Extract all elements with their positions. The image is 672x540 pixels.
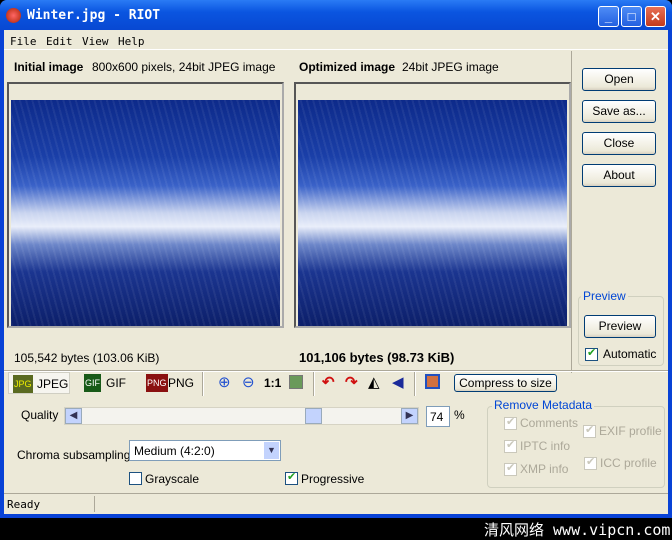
icc-label: ICC profile: [600, 456, 657, 470]
preview-group: Preview Preview Automatic: [578, 289, 664, 366]
gif-icon: GIF: [84, 374, 101, 392]
watermark: 清风网络 www.vipcn.com: [484, 521, 671, 539]
quality-label: Quality: [21, 408, 59, 422]
png-icon: PNG: [146, 374, 168, 392]
comments-checkbox[interactable]: [504, 415, 517, 430]
close-window-button[interactable]: ✕: [645, 6, 666, 27]
jpeg-icon: JPG: [13, 375, 33, 393]
tab-png[interactable]: PNG PNG: [144, 372, 204, 394]
chroma-label: Chroma subsampling: [17, 448, 131, 462]
chroma-select[interactable]: Medium (4:2:0) ▼: [129, 440, 281, 461]
title-bar: Winter.jpg - RIOT _ □ ✕: [0, 0, 672, 30]
open-button[interactable]: Open: [582, 68, 656, 91]
remove-metadata-label: Remove Metadata: [492, 398, 595, 412]
minimize-button[interactable]: _: [598, 6, 619, 27]
about-button[interactable]: About: [582, 164, 656, 187]
preview-group-label: Preview: [581, 289, 628, 303]
tab-gif-label: GIF: [106, 376, 126, 390]
menu-view[interactable]: View: [82, 35, 109, 48]
initial-image: [11, 100, 280, 326]
zoom-out-icon[interactable]: ⊖: [242, 374, 255, 392]
exif-checkbox[interactable]: [583, 423, 596, 438]
progressive-label: Progressive: [301, 472, 365, 486]
automatic-label: Automatic: [603, 347, 657, 361]
flip-horizontal-icon[interactable]: ◭: [368, 374, 380, 392]
tab-gif[interactable]: GIF GIF: [82, 372, 132, 394]
client-area: File Edit View Help Initial image 800x60…: [4, 30, 668, 514]
divider: [571, 51, 572, 373]
initial-image-label: Initial image: [14, 60, 84, 74]
fit-image-icon[interactable]: [289, 375, 303, 389]
optimized-image-label: Optimized image: [299, 60, 396, 74]
actual-size-button[interactable]: 1:1: [264, 376, 281, 390]
initial-image-info: 800x600 pixels, 24bit JPEG image: [92, 60, 276, 74]
window-title: Winter.jpg - RIOT: [27, 8, 161, 23]
grayscale-checkbox[interactable]: [129, 472, 142, 485]
tab-png-label: PNG: [168, 376, 195, 390]
iptc-checkbox[interactable]: [504, 438, 517, 453]
app-window: Winter.jpg - RIOT _ □ ✕ File Edit View H…: [0, 0, 672, 518]
quality-slider-thumb[interactable]: [305, 408, 323, 424]
comments-label: Comments: [520, 416, 579, 430]
preview-button[interactable]: Preview: [584, 315, 656, 338]
menu-edit[interactable]: Edit: [46, 35, 73, 48]
flip-vertical-icon[interactable]: ◀: [392, 374, 404, 392]
iptc-label: IPTC info: [520, 439, 571, 453]
tab-jpeg[interactable]: JPG JPEG: [8, 372, 70, 394]
app-icon: [6, 8, 21, 23]
quality-slider[interactable]: ◀ ▶: [64, 407, 419, 425]
tab-jpeg-label: JPEG: [37, 377, 69, 391]
chroma-value: Medium (4:2:0): [134, 444, 215, 458]
maximize-button[interactable]: □: [621, 6, 642, 27]
status-text: Ready: [7, 498, 41, 511]
status-bar: Ready: [4, 493, 668, 514]
toolbar-separator: [313, 372, 315, 396]
progressive-checkbox[interactable]: [285, 470, 298, 485]
zoom-in-icon[interactable]: ⊕: [218, 374, 231, 392]
close-button[interactable]: Close: [582, 132, 656, 155]
automatic-checkbox[interactable]: [585, 346, 598, 361]
optimized-size: 101,106 bytes (98.73 KiB): [299, 350, 455, 365]
percent-label: %: [454, 408, 465, 422]
toolbar-separator: [414, 372, 416, 396]
adjustments-icon[interactable]: [425, 374, 440, 389]
remove-metadata-group: Remove Metadata Comments IPTC info XMP i…: [487, 398, 665, 488]
exif-label: EXIF profile: [599, 424, 662, 438]
optimized-image-panel[interactable]: [294, 82, 571, 328]
save-as-button[interactable]: Save as...: [582, 100, 656, 123]
compress-to-size-button[interactable]: Compress to size: [454, 374, 557, 392]
status-divider: [94, 496, 95, 512]
grayscale-label: Grayscale: [145, 472, 200, 486]
menu-help[interactable]: Help: [118, 35, 145, 48]
scroll-right-button[interactable]: ▶: [401, 408, 418, 424]
menu-bar: File Edit View Help: [4, 30, 668, 50]
quality-input[interactable]: 74: [426, 406, 450, 427]
toolbar-separator: [202, 372, 204, 396]
initial-image-panel[interactable]: [7, 82, 284, 328]
icc-checkbox[interactable]: [584, 455, 597, 470]
rotate-left-icon[interactable]: ↶: [322, 374, 335, 392]
xmp-checkbox[interactable]: [504, 461, 517, 476]
scroll-left-button[interactable]: ◀: [65, 408, 82, 424]
optimized-image: [298, 100, 567, 326]
menu-file[interactable]: File: [10, 35, 37, 48]
optimized-image-info: 24bit JPEG image: [402, 60, 499, 74]
initial-size: 105,542 bytes (103.06 KiB): [14, 351, 160, 365]
chevron-down-icon[interactable]: ▼: [264, 442, 279, 459]
xmp-label: XMP info: [520, 462, 569, 476]
rotate-right-icon[interactable]: ↷: [345, 374, 358, 392]
